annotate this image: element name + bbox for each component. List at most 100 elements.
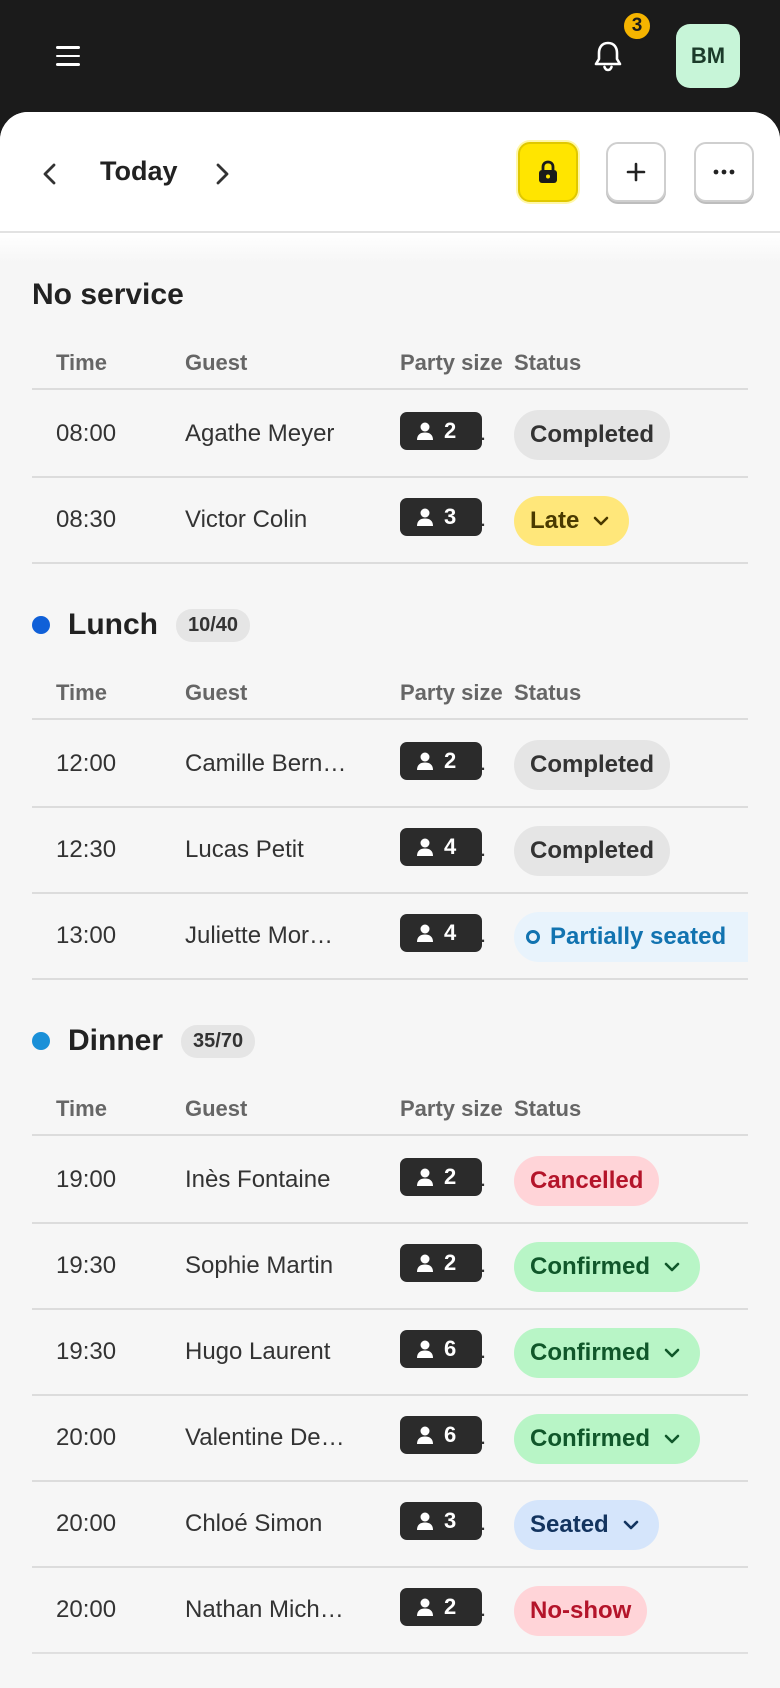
status-label: Seated (530, 1511, 609, 1538)
status-badge[interactable]: No-show (514, 1586, 648, 1636)
partial-seat-icon (526, 930, 540, 944)
chevron-right-icon (216, 163, 229, 185)
column-time: Time (56, 1096, 107, 1121)
reservation-row[interactable]: 12:30 Lucas Petit 4. Completed (32, 808, 748, 894)
person-icon (417, 752, 433, 770)
status-label: Confirmed (530, 1425, 650, 1452)
add-reservation-button[interactable] (606, 142, 666, 202)
reservation-time: 08:30 (56, 506, 117, 533)
party-size-badge: 2 (400, 1244, 482, 1282)
status-badge[interactable]: Late (514, 496, 630, 546)
reservation-time: 08:00 (56, 420, 117, 447)
status-badge[interactable]: Completed (514, 826, 671, 876)
previous-day-button[interactable] (30, 154, 70, 194)
capacity-count: 10/40 (176, 608, 251, 642)
party-size-value: 6 (444, 1422, 457, 1447)
date-toolbar: Today (0, 112, 780, 233)
person-icon (417, 1598, 433, 1616)
party-size-value: 3 (444, 1508, 457, 1533)
section-title: Dinner 35/70 (32, 1024, 256, 1058)
status-label: Completed (530, 837, 655, 864)
chevron-down-icon (664, 1262, 680, 1272)
column-guest: Guest (185, 1096, 248, 1121)
guest-name: Chloé Simon (185, 1510, 323, 1537)
reservation-time: 12:00 (56, 750, 117, 777)
party-size-badge: 4 (400, 914, 482, 952)
reservation-time: 19:30 (56, 1252, 117, 1279)
party-size-overflow: . (480, 1424, 487, 1449)
reservation-row[interactable]: 20:00 Nathan Mich… 2. No-show (32, 1568, 748, 1654)
chevron-down-icon (594, 516, 609, 526)
guest-name: Camille Bern… (185, 750, 347, 777)
status-label: Completed (530, 421, 655, 448)
status-label: No-show (530, 1597, 632, 1624)
menu-icon[interactable] (48, 36, 88, 76)
party-size-badge: 2 (400, 742, 482, 780)
column-status: Status (514, 680, 582, 705)
reservation-row[interactable]: 08:30 Victor Colin 3. Late (32, 478, 748, 564)
status-badge[interactable]: Completed (514, 410, 671, 460)
reservation-row[interactable]: 08:00 Agathe Meyer 2. Completed (32, 392, 748, 478)
section-dot-icon (32, 616, 50, 634)
person-icon (417, 1254, 433, 1272)
status-badge[interactable]: Seated (514, 1500, 659, 1550)
party-size-value: 3 (444, 504, 457, 529)
reservation-row[interactable]: 20:00 Chloé Simon 3. Seated (32, 1482, 748, 1568)
status-badge[interactable]: Partially seated (514, 912, 748, 962)
reservations-sheet: Today No service Time Guest Party size Statu… (0, 112, 780, 1688)
party-size-badge: 4 (400, 828, 482, 866)
plus-icon (626, 162, 646, 182)
column-header: Time Guest Party size Status (32, 1096, 748, 1136)
reservation-row[interactable]: 19:00 Inès Fontaine 2. Cancelled (32, 1138, 748, 1224)
toolbar-shadow (0, 233, 780, 263)
status-label: Completed (530, 751, 655, 778)
column-party-size: Party size (400, 350, 503, 375)
lock-button[interactable] (518, 142, 578, 202)
column-status: Status (514, 1096, 582, 1121)
status-label: Confirmed (530, 1339, 650, 1366)
next-day-button[interactable] (202, 154, 242, 194)
guest-name: Valentine De… (185, 1424, 345, 1451)
guest-name: Sophie Martin (185, 1252, 334, 1279)
reservation-time: 19:30 (56, 1338, 117, 1365)
column-guest: Guest (185, 680, 248, 705)
party-size-overflow: . (480, 836, 487, 861)
status-badge[interactable]: Confirmed (514, 1328, 700, 1378)
status-badge[interactable]: Completed (514, 740, 671, 790)
person-icon (417, 1426, 433, 1444)
top-bar: 3 BM (0, 0, 780, 112)
party-size-overflow: . (480, 1338, 487, 1363)
reservation-row[interactable]: 19:30 Hugo Laurent 6. Confirmed (32, 1310, 748, 1396)
guest-name: Lucas Petit (185, 836, 304, 863)
guest-name: Inès Fontaine (185, 1166, 331, 1193)
more-icon (713, 169, 735, 175)
more-options-button[interactable] (694, 142, 754, 202)
column-header: Time Guest Party size Status (32, 680, 748, 720)
chevron-down-icon (664, 1434, 680, 1444)
guest-name: Hugo Laurent (185, 1338, 331, 1365)
guest-name: Agathe Meyer (185, 420, 335, 447)
party-size-badge: 2 (400, 412, 482, 450)
party-size-value: 2 (444, 748, 457, 773)
status-label: Late (530, 507, 580, 534)
avatar[interactable]: BM (676, 24, 740, 88)
person-icon (417, 1168, 433, 1186)
party-size-badge: 3 (400, 498, 482, 536)
reservation-row[interactable]: 20:00 Valentine De… 6. Confirmed (32, 1396, 748, 1482)
reservation-time: 20:00 (56, 1424, 117, 1451)
status-badge[interactable]: Cancelled (514, 1156, 660, 1206)
column-party-size: Party size (400, 1096, 503, 1121)
column-time: Time (56, 680, 107, 705)
date-label[interactable]: Today (100, 156, 178, 187)
status-label: Partially seated (550, 923, 727, 950)
bell-icon[interactable] (588, 36, 628, 76)
reservation-row[interactable]: 13:00 Juliette Mor… 4. Partially seated (32, 894, 748, 980)
party-size-overflow: . (480, 1510, 487, 1535)
status-badge[interactable]: Confirmed (514, 1414, 700, 1464)
reservation-row[interactable]: 19:30 Sophie Martin 2. Confirmed (32, 1224, 748, 1310)
status-badge[interactable]: Confirmed (514, 1242, 700, 1292)
reservation-row[interactable]: 12:00 Camille Bern… 2. Completed (32, 722, 748, 808)
party-size-overflow: . (480, 506, 487, 531)
party-size-overflow: . (480, 1166, 487, 1191)
person-icon (417, 924, 433, 942)
